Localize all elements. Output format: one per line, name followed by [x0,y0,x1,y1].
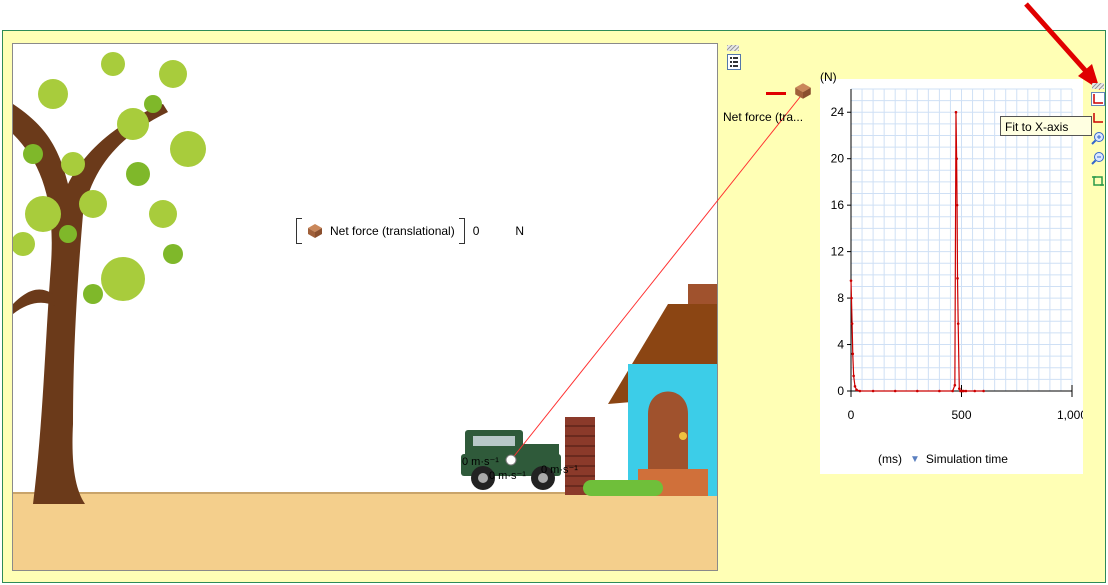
fit-y-axis-icon[interactable] [1091,92,1105,106]
data-point [982,389,985,393]
meter-label: Net force (translational) [330,224,455,238]
data-point [962,389,966,393]
data-point [955,203,959,207]
meter-value: 0 [472,224,480,238]
net-force-meter[interactable]: Net force (translational) 0 N [296,218,524,244]
y-tick-label: 8 [837,291,844,305]
y-tick-label: 4 [837,338,844,352]
graph-grip-handle[interactable] [727,45,739,51]
data-point [973,389,977,393]
legend-box-icon [795,83,811,99]
data-point [893,389,897,393]
data-point [951,389,954,393]
flowers-bush [583,480,663,496]
velocity-label-a: 0 m·s⁻¹ [462,456,499,468]
data-point [953,383,957,387]
legend-line-swatch [766,92,786,95]
line-chart[interactable]: 0 4 8 12 16 20 24 0 500 1,000 [820,79,1087,474]
y-tick-label: 24 [831,105,845,119]
data-point [858,389,862,393]
x-tick-label: 500 [951,408,971,422]
y-axis-unit: (N) [820,70,837,84]
data-point [850,322,854,325]
y-tick-label: 0 [837,384,844,398]
x-axis-title[interactable]: (ms) ▼ Simulation time [878,452,1008,466]
simulation-canvas[interactable]: 0 m·s⁻¹ 0 m·s⁻¹ 0 m·s⁻¹ Net force (trans… [12,43,718,571]
data-point [849,279,853,282]
y-tick-label: 16 [831,198,845,212]
meter-bracket-left [296,218,302,244]
data-point [916,389,919,393]
house-image [608,284,717,496]
zoom-in-icon[interactable] [1091,131,1105,145]
data-point [851,352,855,356]
meter-unit: N [515,224,525,238]
x-tick-label: 1,000 [1057,408,1083,422]
velocity-label-c: 0 m·s⁻¹ [541,464,578,476]
x-axis-label: Simulation time [925,452,1008,466]
data-point [957,387,961,390]
x-axis-unit: (ms) [878,452,902,466]
data-point [871,389,875,393]
data-point [964,389,968,393]
y-tick-label: 20 [831,152,845,166]
toolbar-grip-handle[interactable] [1092,83,1104,89]
box-icon [308,224,322,238]
velocity-label-b: 0 m·s⁻¹ [489,470,526,482]
dropdown-triangle-icon[interactable]: ▼ [910,454,920,465]
data-point [855,388,858,392]
data-point [852,374,855,378]
zoom-out-icon[interactable] [1091,151,1105,165]
legend-toggle-icon[interactable] [727,54,741,70]
meter-bracket-right [458,218,465,244]
legend-label: Net force (tra... [723,110,804,124]
data-point [938,389,941,393]
data-point [850,296,853,300]
y-tick-label: 12 [831,245,845,259]
auto-scale-icon[interactable] [1091,174,1105,188]
tooltip: Fit to X-axis [1000,116,1092,136]
data-point [853,385,857,388]
tree-image [13,52,206,504]
data-point [954,110,958,114]
data-point [956,322,960,325]
fit-x-axis-icon[interactable] [1091,111,1105,125]
graph-area[interactable]: 0 4 8 12 16 20 24 0 500 1,000 [820,79,1087,474]
data-point [955,157,958,160]
x-tick-label: 0 [848,408,855,422]
data-point [956,277,959,280]
